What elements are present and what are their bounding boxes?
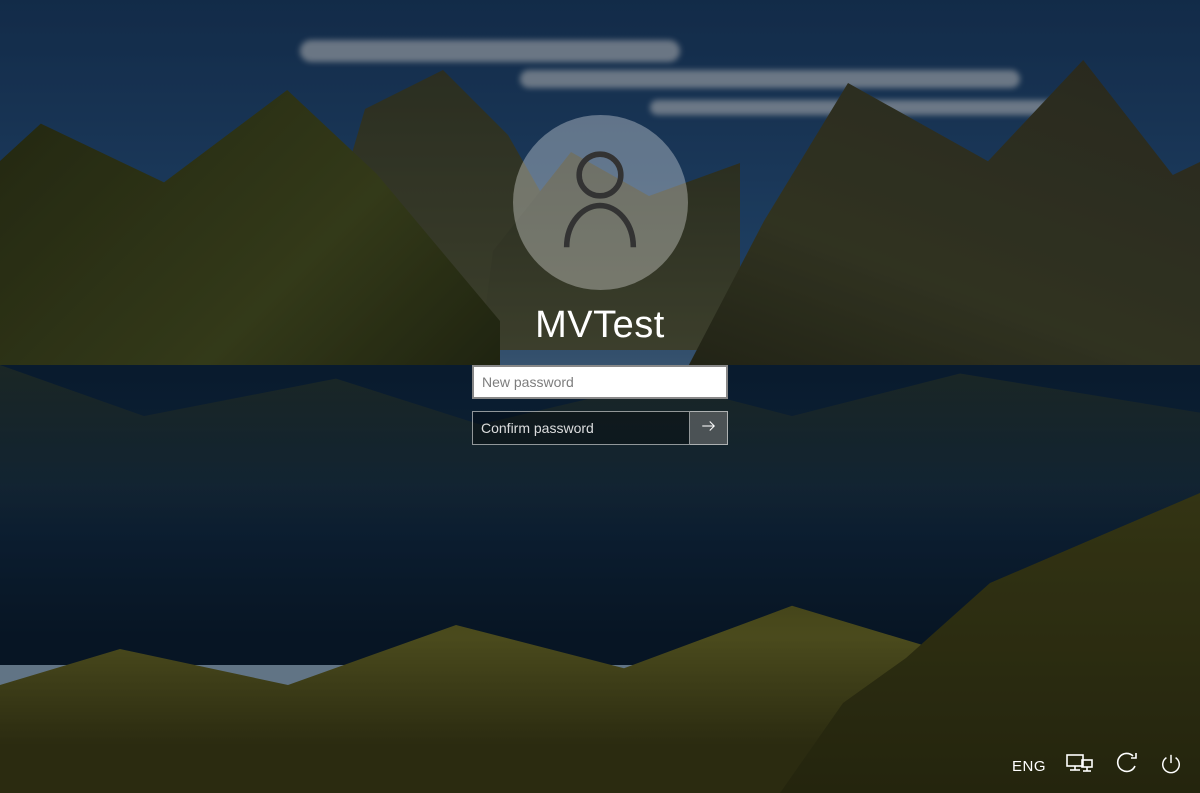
system-tray: ENG <box>1012 753 1184 779</box>
username-label: MVTest <box>535 304 665 347</box>
ease-of-access-button[interactable] <box>1112 753 1138 779</box>
ease-of-access-icon <box>1113 752 1137 781</box>
confirm-password-field-wrap <box>472 411 690 445</box>
confirm-password-row <box>472 411 728 445</box>
confirm-password-input[interactable] <box>473 412 689 444</box>
language-button[interactable]: ENG <box>1012 758 1046 775</box>
new-password-input[interactable] <box>474 367 726 397</box>
login-panel: MVTest <box>472 115 728 445</box>
arrow-right-icon <box>700 417 718 440</box>
person-icon <box>557 150 643 255</box>
new-password-field-wrap <box>472 365 728 399</box>
power-button[interactable] <box>1158 753 1184 779</box>
network-button[interactable] <box>1066 753 1092 779</box>
submit-button[interactable] <box>690 411 728 445</box>
user-avatar <box>513 115 688 290</box>
power-icon <box>1160 753 1182 780</box>
lock-screen: MVTest ENG <box>0 0 1200 793</box>
network-icon <box>1065 753 1093 780</box>
